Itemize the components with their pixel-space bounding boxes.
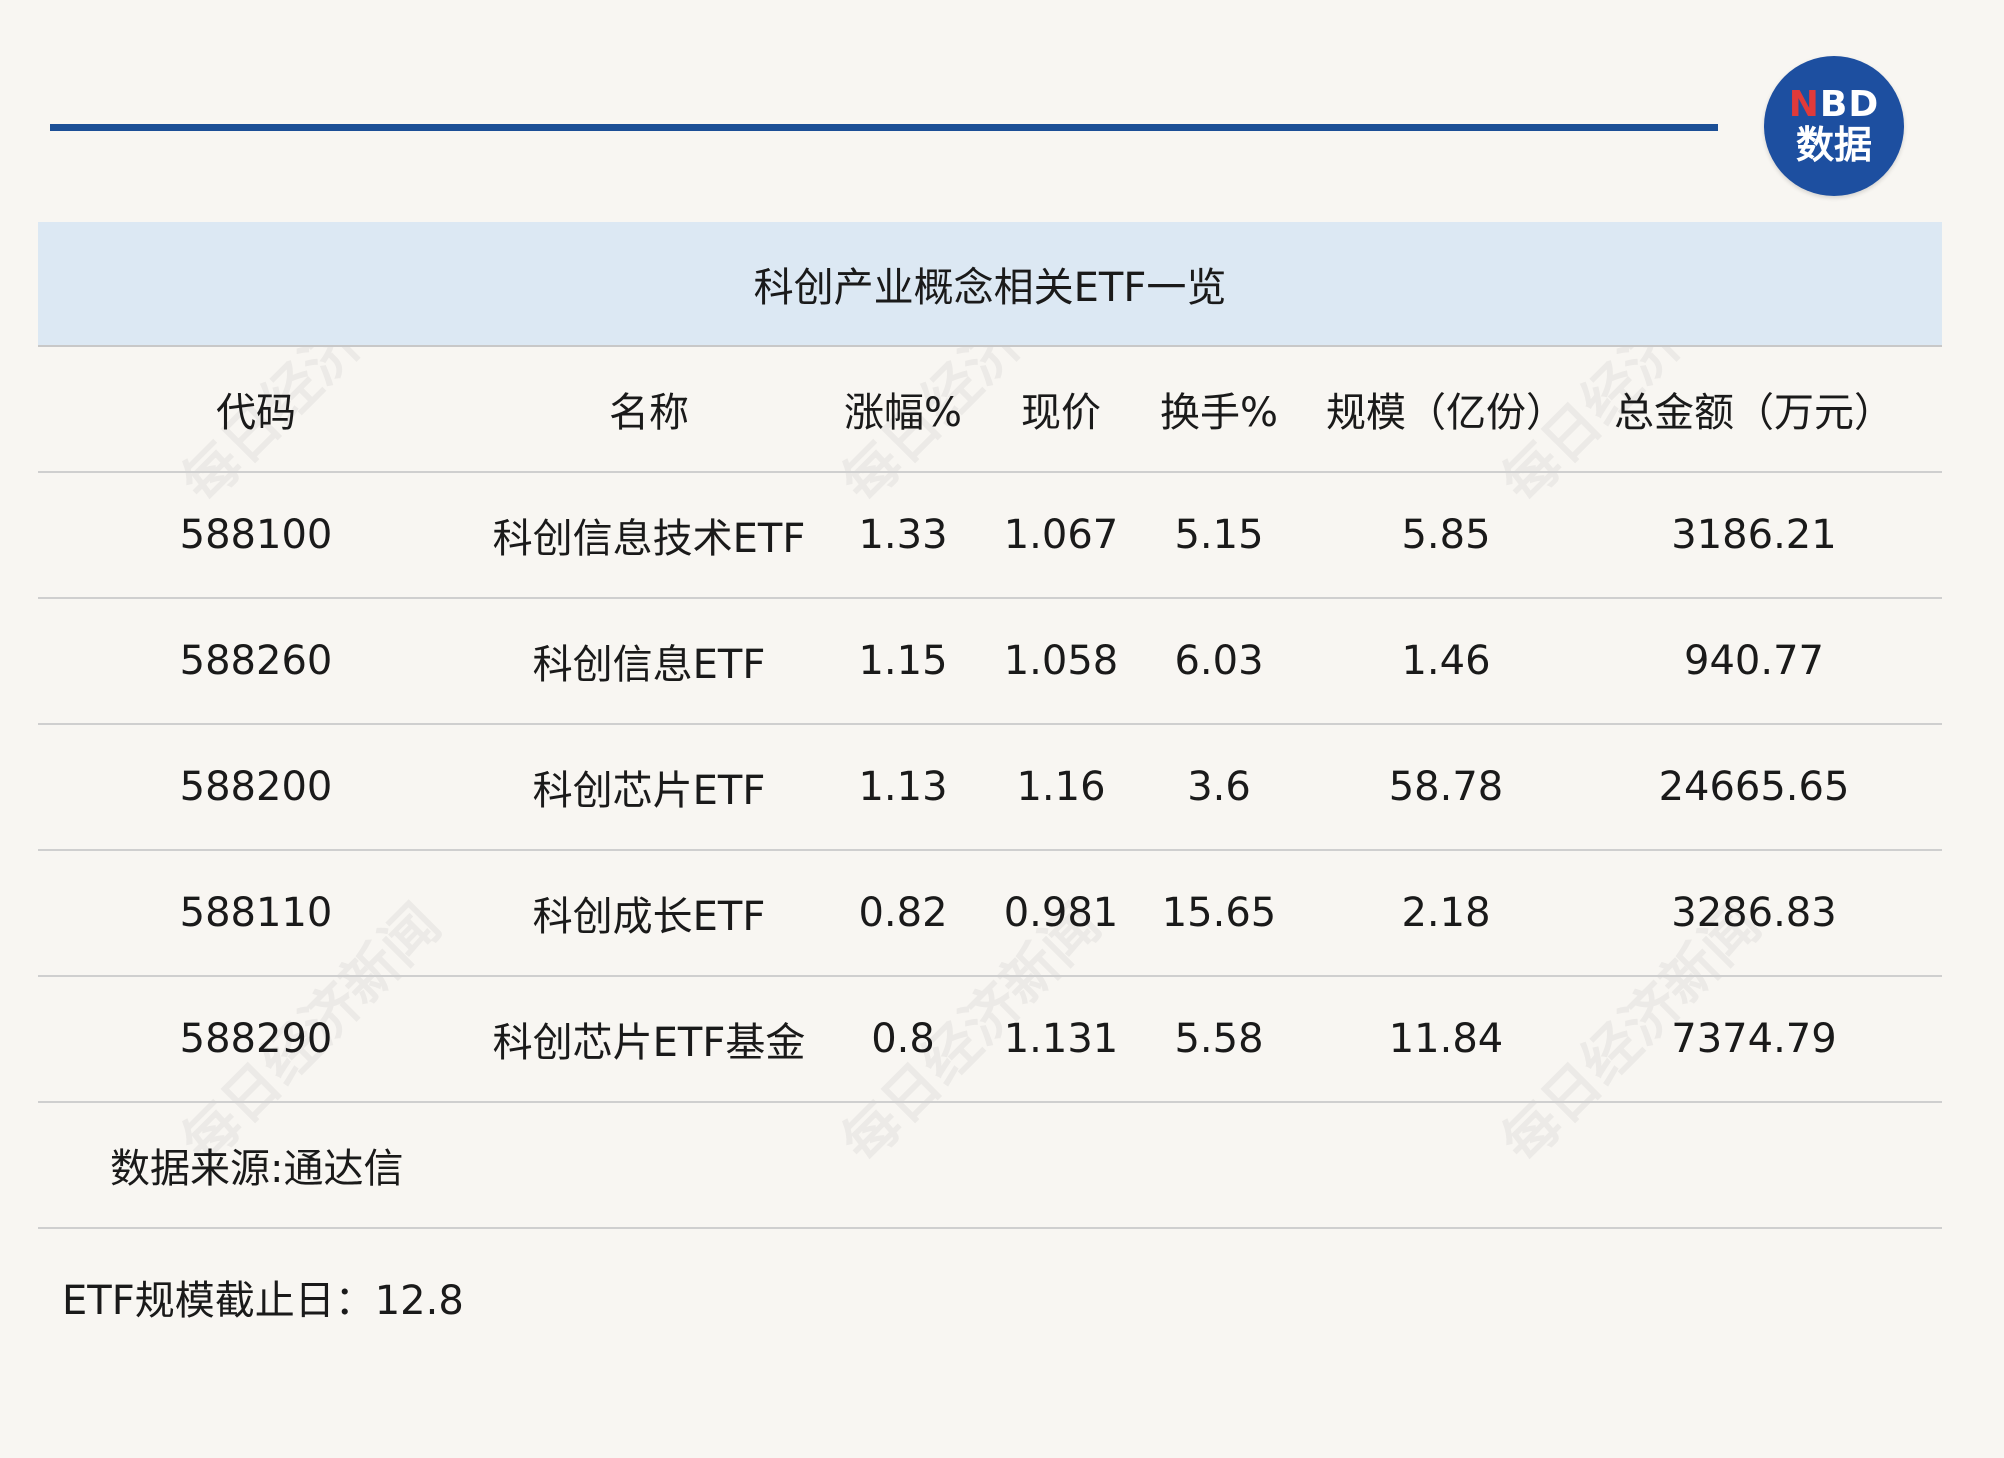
table-row: 588110 科创成长ETF 0.82 0.981 15.65 2.18 328…: [38, 851, 1942, 977]
cell-name: 科创芯片ETF: [532, 768, 766, 814]
header-price: 现价: [1021, 390, 1101, 436]
cell-code: 588260: [179, 638, 333, 684]
cell-change: 1.13: [858, 764, 948, 810]
top-rule: [50, 124, 1718, 131]
cell-code: 588200: [179, 764, 333, 810]
cell-scale: 1.46: [1401, 638, 1491, 684]
table-row: 588100 科创信息技术ETF 1.33 1.067 5.15 5.85 31…: [38, 473, 1942, 599]
table-row: 588290 科创芯片ETF基金 0.8 1.131 5.58 11.84 73…: [38, 977, 1942, 1103]
cell-change: 1.33: [858, 512, 948, 558]
cell-turnover: 6.03: [1174, 638, 1264, 684]
cell-change: 0.82: [858, 890, 948, 936]
header-change: 涨幅%: [843, 390, 962, 436]
cell-turnover: 5.15: [1174, 512, 1264, 558]
table-header-row: 代码 名称 涨幅% 现价 换手% 规模（亿份） 总金额（万元）: [38, 347, 1942, 473]
cell-turnover: 5.58: [1174, 1016, 1264, 1062]
cell-name: 科创信息技术ETF: [492, 516, 806, 562]
cell-scale: 5.85: [1401, 512, 1491, 558]
cell-scale: 2.18: [1401, 890, 1491, 936]
scale-cutoff-note: ETF规模截止日：12.8: [62, 1278, 464, 1324]
cell-turnover: 15.65: [1161, 890, 1277, 936]
header-scale: 规模（亿份）: [1326, 390, 1566, 436]
cell-change: 0.8: [871, 1016, 935, 1062]
logo-n: N: [1788, 84, 1820, 125]
nbd-data-logo: NBD 数据: [1764, 56, 1904, 196]
table-row: 588260 科创信息ETF 1.15 1.058 6.03 1.46 940.…: [38, 599, 1942, 725]
table-row: 588200 科创芯片ETF 1.13 1.16 3.6 58.78 24665…: [38, 725, 1942, 851]
cell-amount: 3186.21: [1671, 512, 1837, 558]
cell-amount: 7374.79: [1671, 1016, 1837, 1062]
cell-amount: 940.77: [1684, 638, 1824, 684]
logo-text-top: NBD: [1789, 86, 1879, 124]
header-turnover: 换手%: [1159, 390, 1278, 436]
cell-price: 1.16: [1016, 764, 1106, 810]
cell-price: 1.131: [1003, 1016, 1119, 1062]
header-name: 名称: [609, 390, 689, 436]
etf-table: 科创产业概念相关ETF一览 代码 名称 涨幅% 现价 换手% 规模（亿份） 总金…: [38, 222, 1942, 1229]
cell-amount: 3286.83: [1671, 890, 1837, 936]
cell-change: 1.15: [858, 638, 948, 684]
cell-scale: 58.78: [1388, 764, 1504, 810]
table-title: 科创产业概念相关ETF一览: [38, 222, 1942, 347]
header-code: 代码: [216, 390, 296, 436]
cell-code: 588100: [179, 512, 333, 558]
cell-scale: 11.84: [1388, 1016, 1504, 1062]
logo-bd: BD: [1819, 84, 1880, 125]
cell-turnover: 3.6: [1187, 764, 1251, 810]
cell-price: 0.981: [1003, 890, 1119, 936]
cell-code: 588110: [179, 890, 333, 936]
cell-price: 1.067: [1003, 512, 1119, 558]
cell-name: 科创芯片ETF基金: [492, 1020, 806, 1066]
cell-name: 科创信息ETF: [532, 642, 766, 688]
cell-name: 科创成长ETF: [532, 894, 766, 940]
cell-amount: 24665.65: [1658, 764, 1850, 810]
logo-text-bottom: 数据: [1795, 123, 1872, 167]
header-amount: 总金额（万元）: [1614, 390, 1894, 436]
cell-code: 588290: [179, 1016, 333, 1062]
cell-price: 1.058: [1003, 638, 1119, 684]
data-source: 数据来源:通达信: [38, 1103, 1942, 1229]
